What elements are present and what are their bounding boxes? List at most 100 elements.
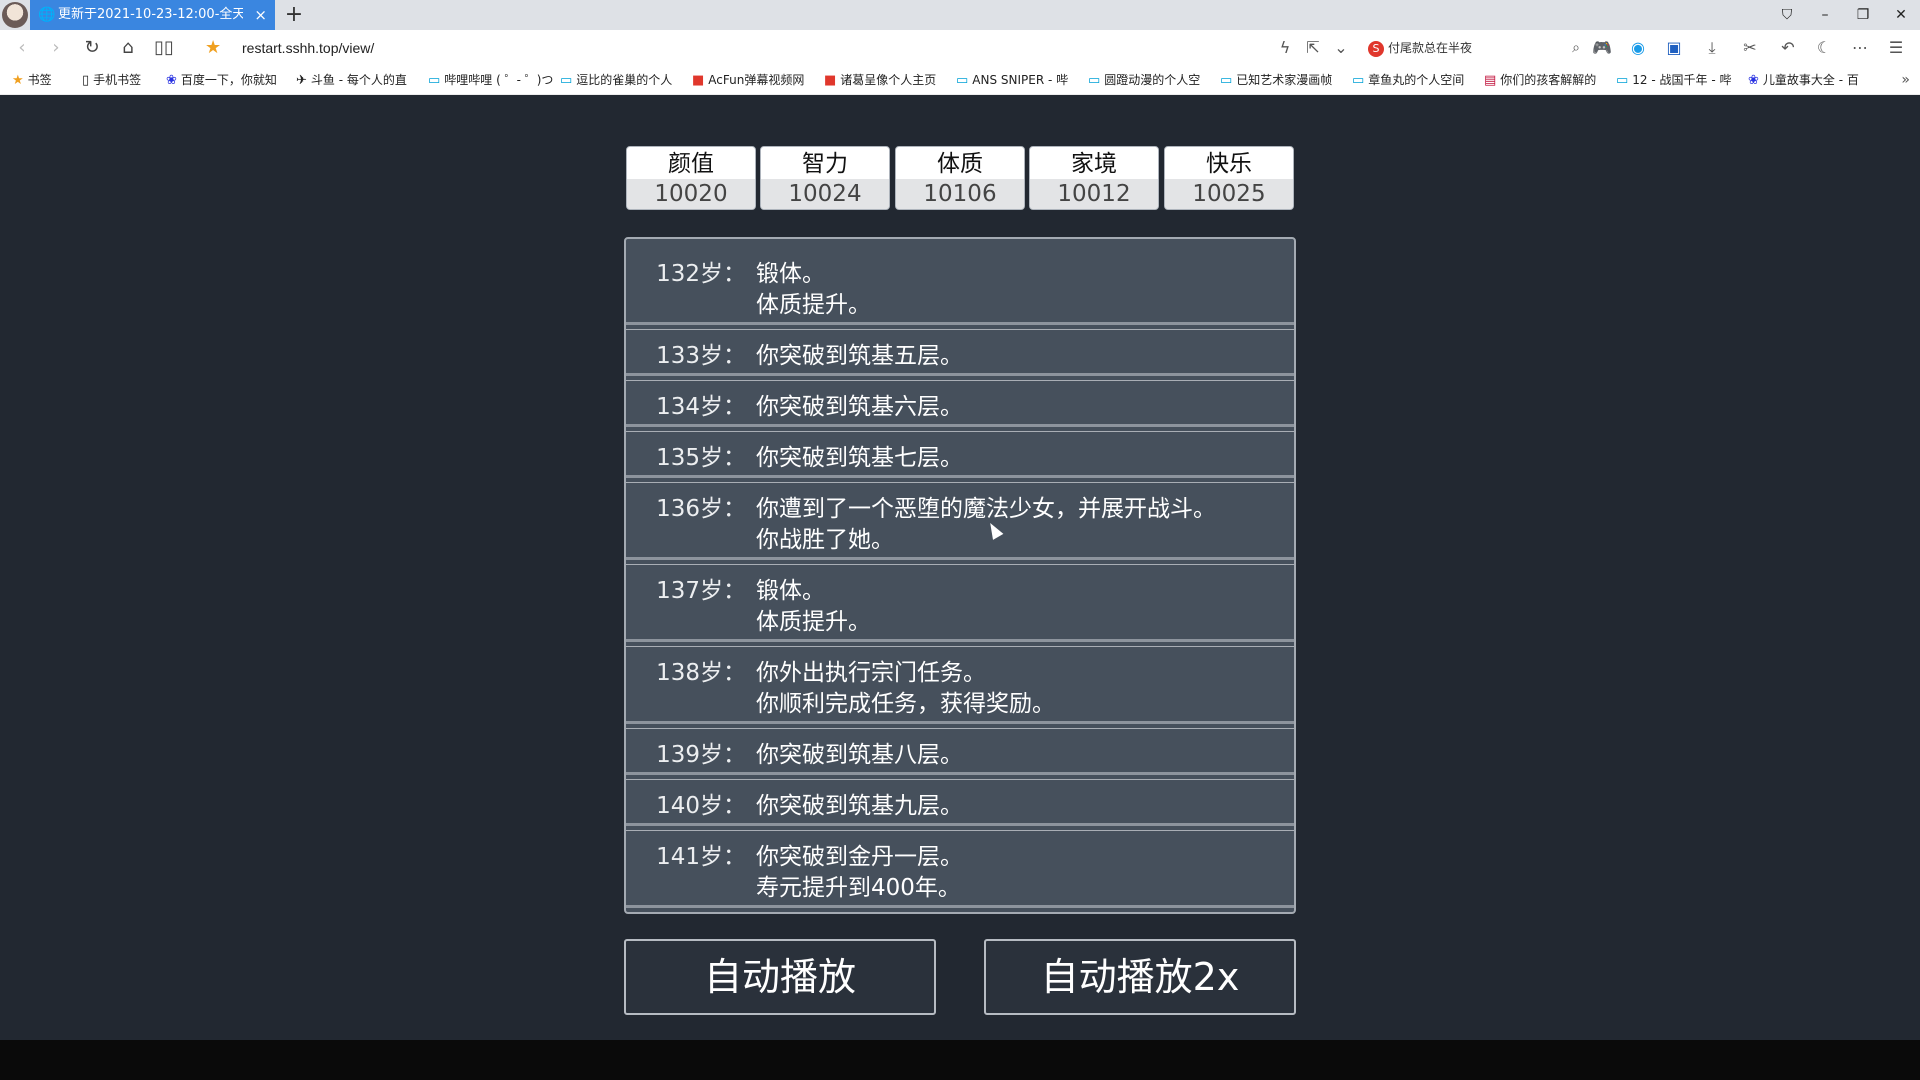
log-entry: 139岁： 你突破到筑基八层。	[626, 730, 1294, 780]
star-icon: ★	[12, 73, 24, 88]
log-text: 你遭到了一个恶堕的魔法少女，并展开战斗。 你战胜了她。	[756, 496, 1216, 553]
stat-intelligence: 智力 10024	[760, 146, 890, 210]
bilibili-icon: ▭	[1088, 73, 1101, 88]
bookmark-item[interactable]: ■ 诸葛呈像个人主页	[824, 66, 936, 94]
back-icon[interactable]: ‹	[10, 30, 34, 66]
stat-value: 10106	[896, 179, 1024, 209]
bookmarks-bar: ★ 书签 ▯ 手机书签 ❀ 百度一下，你就知 ✈ 斗鱼 - 每个人的直 ▭ 哔哩哔哩 ( …	[0, 66, 1920, 95]
log-text: 你外出执行宗门任务。 你顺利完成任务，获得奖励。	[756, 660, 1055, 717]
log-age: 136岁：	[656, 496, 746, 522]
screenshot-icon[interactable]: ✂	[1738, 30, 1762, 66]
log-age: 132岁：	[656, 261, 746, 287]
log-age: 141岁：	[656, 844, 746, 870]
browser-tab-active[interactable]: 🌐 更新于2021-10-23-12:00-全天赋-人 ×	[30, 0, 275, 30]
stat-label: 颜值	[627, 147, 755, 179]
search-text: 付尾款总在半夜	[1388, 41, 1473, 55]
log-age: 134岁：	[656, 394, 746, 420]
browser-tab-bar: 🌐 更新于2021-10-23-12:00-全天赋-人 × + ⛉ – ❐ ✕	[0, 0, 1920, 30]
bookmark-star-icon[interactable]: ★	[205, 30, 221, 66]
reading-mode-icon[interactable]: ▯▯	[152, 30, 176, 66]
undo-icon[interactable]: ↶	[1776, 30, 1800, 66]
bookmark-item[interactable]: ✈ 斗鱼 - 每个人的直	[296, 66, 407, 94]
autoplay-2x-button[interactable]: 自动播放2x	[984, 939, 1296, 1015]
log-entry: 135岁： 你突破到筑基七层。	[626, 433, 1294, 483]
bookmark-item[interactable]: ▭ 12 - 战国千年 - 哔	[1616, 66, 1732, 94]
menu-icon[interactable]: ☰	[1884, 30, 1908, 66]
bottom-strip	[0, 1040, 1920, 1080]
acfun-icon: ■	[692, 73, 705, 88]
bookmark-item[interactable]: ■ AcFun弹幕视频网	[692, 66, 804, 94]
log-entry: 134岁： 你突破到筑基六层。	[626, 382, 1294, 432]
minimize-button[interactable]: –	[1810, 0, 1840, 30]
bookmark-item[interactable]: ❀ 百度一下，你就知	[166, 66, 277, 94]
home-icon[interactable]: ⌂	[116, 30, 140, 66]
log-entry: 140岁： 你突破到筑基九层。	[626, 781, 1294, 831]
site-icon: ■	[824, 73, 837, 88]
bookmark-item[interactable]: ▭ 逗比的雀巢的个人	[560, 66, 672, 94]
log-entry: 138岁： 你外出执行宗门任务。 你顺利完成任务，获得奖励。	[626, 648, 1294, 729]
game-icon[interactable]: 🎮	[1590, 30, 1614, 66]
life-event-log[interactable]: 132岁： 锻体。 体质提升。 133岁： 你突破到筑基五层。 134岁： 你突…	[624, 237, 1296, 914]
bilibili-icon: ▭	[1616, 73, 1629, 88]
log-age: 140岁：	[656, 793, 746, 819]
restore-button[interactable]: ❐	[1848, 0, 1878, 30]
chevron-down-icon[interactable]: ⌄	[1329, 30, 1353, 66]
reload-icon[interactable]: ↻	[80, 30, 104, 66]
bookmark-item[interactable]: ▭ ANS SNIPER - 哔	[956, 66, 1068, 94]
log-text: 锻体。 体质提升。	[756, 578, 871, 635]
stat-label: 快乐	[1165, 147, 1293, 179]
log-entry: 137岁： 锻体。 体质提升。	[626, 566, 1294, 647]
log-age: 137岁：	[656, 578, 746, 604]
bookmark-item[interactable]: ❀ 儿童故事大全 - 百	[1748, 66, 1859, 94]
close-window-button[interactable]: ✕	[1886, 0, 1916, 30]
log-age: 133岁：	[656, 343, 746, 369]
baidu-icon: ❀	[1748, 73, 1759, 88]
address-bar[interactable]: restart.sshh.top/view/	[242, 30, 374, 66]
bookmark-item[interactable]: ★ 书签	[12, 66, 52, 94]
share-icon[interactable]: ⇱	[1301, 30, 1325, 66]
bilibili-icon: ▭	[560, 73, 573, 88]
bookmark-item[interactable]: ▭ 已知艺术家漫画帧	[1220, 66, 1332, 94]
stat-value: 10025	[1165, 179, 1293, 209]
bookmark-item[interactable]: ▭ 章鱼丸的个人空间	[1352, 66, 1464, 94]
log-text: 你突破到筑基七层。	[756, 445, 963, 471]
log-age: 135岁：	[656, 445, 746, 471]
log-entry: 133岁： 你突破到筑基五层。	[626, 331, 1294, 381]
double-chevron-right-icon[interactable]: »	[1901, 66, 1910, 94]
bilibili-icon: ▭	[956, 73, 969, 88]
user-avatar[interactable]	[2, 2, 28, 28]
translate-icon[interactable]: ▣	[1662, 30, 1686, 66]
tab-title: 更新于2021-10-23-12:00-全天赋-人	[58, 7, 243, 22]
night-mode-icon[interactable]: ☾	[1812, 30, 1836, 66]
more-icon[interactable]: ⋯	[1848, 30, 1872, 66]
search-box[interactable]: S 付尾款总在半夜 ⌕	[1368, 36, 1580, 60]
log-entry: 141岁： 你突破到金丹一层。 寿元提升到400年。	[626, 832, 1294, 908]
bookmark-item[interactable]: ▭ 圆蹬动漫的个人空	[1088, 66, 1200, 94]
log-entry: 132岁： 锻体。 体质提升。	[626, 249, 1294, 330]
phone-icon: ▯	[82, 73, 90, 88]
bookmark-item[interactable]: ▭ 哔哩哔哩 ( ゜- ゜)つ	[428, 66, 553, 94]
bookmark-item[interactable]: ▤ 你们的孩客解解的	[1484, 66, 1596, 94]
tab-close-icon[interactable]: ×	[254, 0, 267, 30]
search-engine-icon[interactable]: S	[1368, 40, 1384, 57]
stat-label: 体质	[896, 147, 1024, 179]
attribute-stats: 颜值 10020 智力 10024 体质 10106 家境 10012 快乐 1…	[626, 146, 1294, 210]
bilibili-icon: ▭	[1220, 73, 1233, 88]
bookmark-item[interactable]: ▯ 手机书签	[82, 66, 141, 94]
stat-constitution: 体质 10106	[895, 146, 1025, 210]
log-text: 你突破到筑基五层。	[756, 343, 963, 369]
log-text: 你突破到筑基八层。	[756, 742, 963, 768]
app-store-icon[interactable]: ⛉	[1772, 0, 1802, 30]
stat-value: 10012	[1030, 179, 1158, 209]
stat-value: 10024	[761, 179, 889, 209]
autoplay-button[interactable]: 自动播放	[624, 939, 936, 1015]
baidu-icon: ❀	[166, 73, 177, 88]
new-tab-button[interactable]: +	[284, 0, 304, 30]
forward-icon[interactable]: ›	[44, 30, 68, 66]
extension-icon[interactable]: ◉	[1626, 30, 1650, 66]
download-icon[interactable]: ⤓	[1700, 30, 1724, 66]
search-icon[interactable]: ⌕	[1572, 36, 1580, 60]
log-text: 你突破到筑基六层。	[756, 394, 963, 420]
lightning-icon[interactable]: ϟ	[1273, 30, 1297, 66]
log-age: 138岁：	[656, 660, 746, 686]
